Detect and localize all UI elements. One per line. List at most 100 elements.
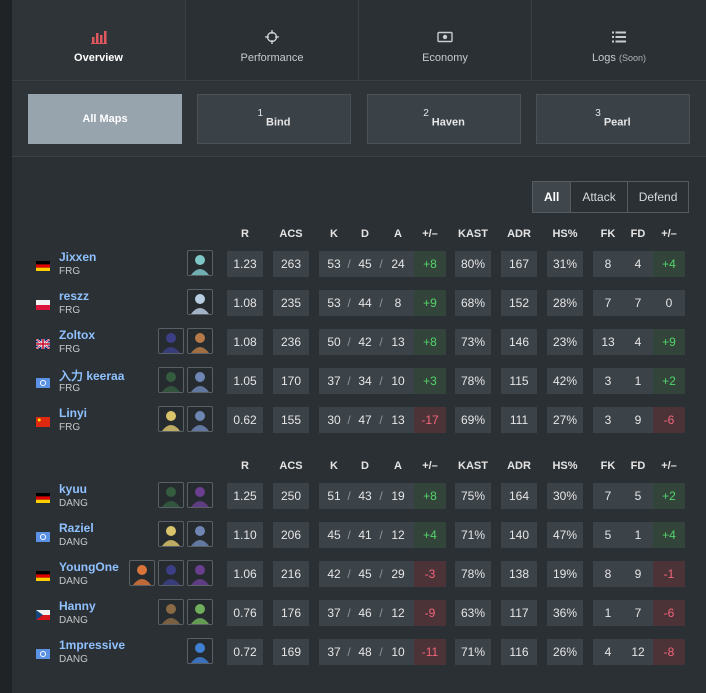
fk-fd-cell: 17 (593, 600, 653, 626)
map-all-maps-button[interactable]: All Maps (28, 94, 182, 144)
agent-viper-icon (158, 482, 184, 508)
player-row: YoungOne DANG 1.06 216 42 45 29// -3 78% 138 19% 8 9… (12, 555, 706, 594)
column-header-kast[interactable]: KAST (458, 460, 488, 472)
column-header-hs[interactable]: HS% (552, 460, 577, 472)
kda-separator: / (347, 374, 351, 388)
column-header-fpm[interactable]: +/– (661, 460, 677, 472)
kda-cell: 53 44 8 / / (319, 290, 422, 316)
player-name-link[interactable]: Zoltox (59, 328, 95, 342)
kd-diff-cell: +8 (414, 251, 446, 277)
acs-cell: 250 (273, 483, 309, 509)
d-value: 45 (358, 567, 372, 581)
agent-sova-icon (187, 406, 213, 432)
column-header-acs[interactable]: ACS (279, 460, 302, 472)
player-name-link[interactable]: reszz (59, 289, 89, 303)
column-header-d[interactable]: D (361, 228, 369, 240)
column-header-d[interactable]: D (361, 460, 369, 472)
column-header-acs[interactable]: ACS (279, 228, 302, 240)
side-all-button[interactable]: All (533, 182, 572, 212)
kda-separator: / (379, 296, 383, 310)
hs-cell: 19% (547, 561, 583, 587)
kda-cell: 50 42 13 / / (319, 329, 422, 355)
side-attack-button[interactable]: Attack (571, 182, 628, 212)
player-row: Jixxen FRG 1.23 263 53 45 24// +8 80% 167 31% 8 4 +4 (12, 245, 706, 284)
player-row: Raziel DANG 1.10 206 45 41 12// +4 71% 140 47% 5 1 +4 (12, 516, 706, 555)
player-name-link[interactable]: YoungOne (59, 560, 119, 574)
column-header-fk[interactable]: FK (601, 460, 616, 472)
column-header-hs[interactable]: HS% (552, 228, 577, 240)
agent-raze-icon (129, 560, 155, 586)
k-value: 37 (327, 645, 341, 659)
a-value: 12 (391, 606, 405, 620)
d-value: 47 (358, 413, 372, 427)
kast-cell: 63% (455, 600, 491, 626)
acs-cell: 170 (273, 368, 309, 394)
map-bind-button[interactable]: 1Bind (197, 94, 351, 144)
side-defend-button[interactable]: Defend (628, 182, 689, 212)
player-name-link[interactable]: 入力 keeraa (59, 367, 124, 384)
rating-cell: 1.08 (227, 329, 263, 355)
rating-cell: 1.25 (227, 483, 263, 509)
agent-killjoy-icon (158, 406, 184, 432)
d-value: 46 (358, 606, 372, 620)
hs-cell: 23% (547, 329, 583, 355)
agent-chamber-icon (158, 599, 184, 625)
fd-value: 5 (634, 489, 642, 503)
kda-separator: / (347, 645, 351, 659)
column-header-fk[interactable]: FK (601, 228, 616, 240)
tab-performance[interactable]: Performance (186, 0, 359, 81)
tab-logs[interactable]: Logs (Soon) (532, 0, 706, 81)
hs-cell: 28% (547, 290, 583, 316)
a-value: 13 (391, 335, 405, 349)
kd-diff-cell: +9 (414, 290, 446, 316)
column-header-a[interactable]: A (394, 460, 402, 472)
a-value: 19 (391, 489, 405, 503)
tab-logs-label: Logs (Soon) (532, 52, 706, 64)
column-header-r[interactable]: R (241, 228, 249, 240)
column-header-pm[interactable]: +/– (422, 460, 438, 472)
fk-diff-cell: -6 (653, 600, 685, 626)
cash-icon (437, 31, 453, 43)
column-header-fd[interactable]: FD (631, 460, 646, 472)
column-header-fpm[interactable]: +/– (661, 228, 677, 240)
column-header-adr[interactable]: ADR (507, 460, 531, 472)
flag-un-icon (36, 646, 50, 659)
k-value: 45 (327, 528, 341, 542)
tab-overview[interactable]: Overview (12, 0, 186, 81)
column-header-k[interactable]: K (330, 228, 338, 240)
adr-cell: 140 (501, 522, 537, 548)
tab-economy[interactable]: Economy (359, 0, 532, 81)
player-name-link[interactable]: 1mpressive (59, 638, 125, 652)
fk-diff-cell: -1 (653, 561, 685, 587)
a-value: 10 (391, 374, 405, 388)
player-name-link[interactable]: Raziel (59, 521, 94, 535)
player-name-link[interactable]: kyuu (59, 482, 87, 496)
crosshair-icon (265, 30, 279, 44)
column-header-kast[interactable]: KAST (458, 228, 488, 240)
column-header-a[interactable]: A (394, 228, 402, 240)
k-value: 53 (327, 296, 341, 310)
column-header-k[interactable]: K (330, 460, 338, 472)
column-header-r[interactable]: R (241, 460, 249, 472)
column-header-pm[interactable]: +/– (422, 228, 438, 240)
fk-diff-cell: +4 (653, 251, 685, 277)
map-haven-button[interactable]: 2Haven (367, 94, 521, 144)
map-label: Haven (431, 116, 465, 129)
column-header-adr[interactable]: ADR (507, 228, 531, 240)
a-value: 12 (391, 528, 405, 542)
fk-diff-cell: 0 (653, 290, 685, 316)
tab-logs-text: Logs (592, 52, 616, 64)
agent-sage-icon (187, 250, 213, 276)
k-value: 51 (327, 489, 341, 503)
adr-cell: 164 (501, 483, 537, 509)
player-name-link[interactable]: Jixxen (59, 250, 96, 264)
player-row: 1mpressive DANG 0.72 169 37 48 10 / / -11 71% 116 26… (12, 633, 706, 672)
player-name-link[interactable]: Linyi (59, 406, 87, 420)
tab-performance-label: Performance (240, 52, 304, 64)
player-team: FRG (59, 383, 81, 394)
column-header-fd[interactable]: FD (631, 228, 646, 240)
map-pearl-button[interactable]: 3Pearl (536, 94, 690, 144)
hs-cell: 31% (547, 251, 583, 277)
player-name-link[interactable]: Hanny (59, 599, 96, 613)
kda-separator: / (379, 374, 383, 388)
